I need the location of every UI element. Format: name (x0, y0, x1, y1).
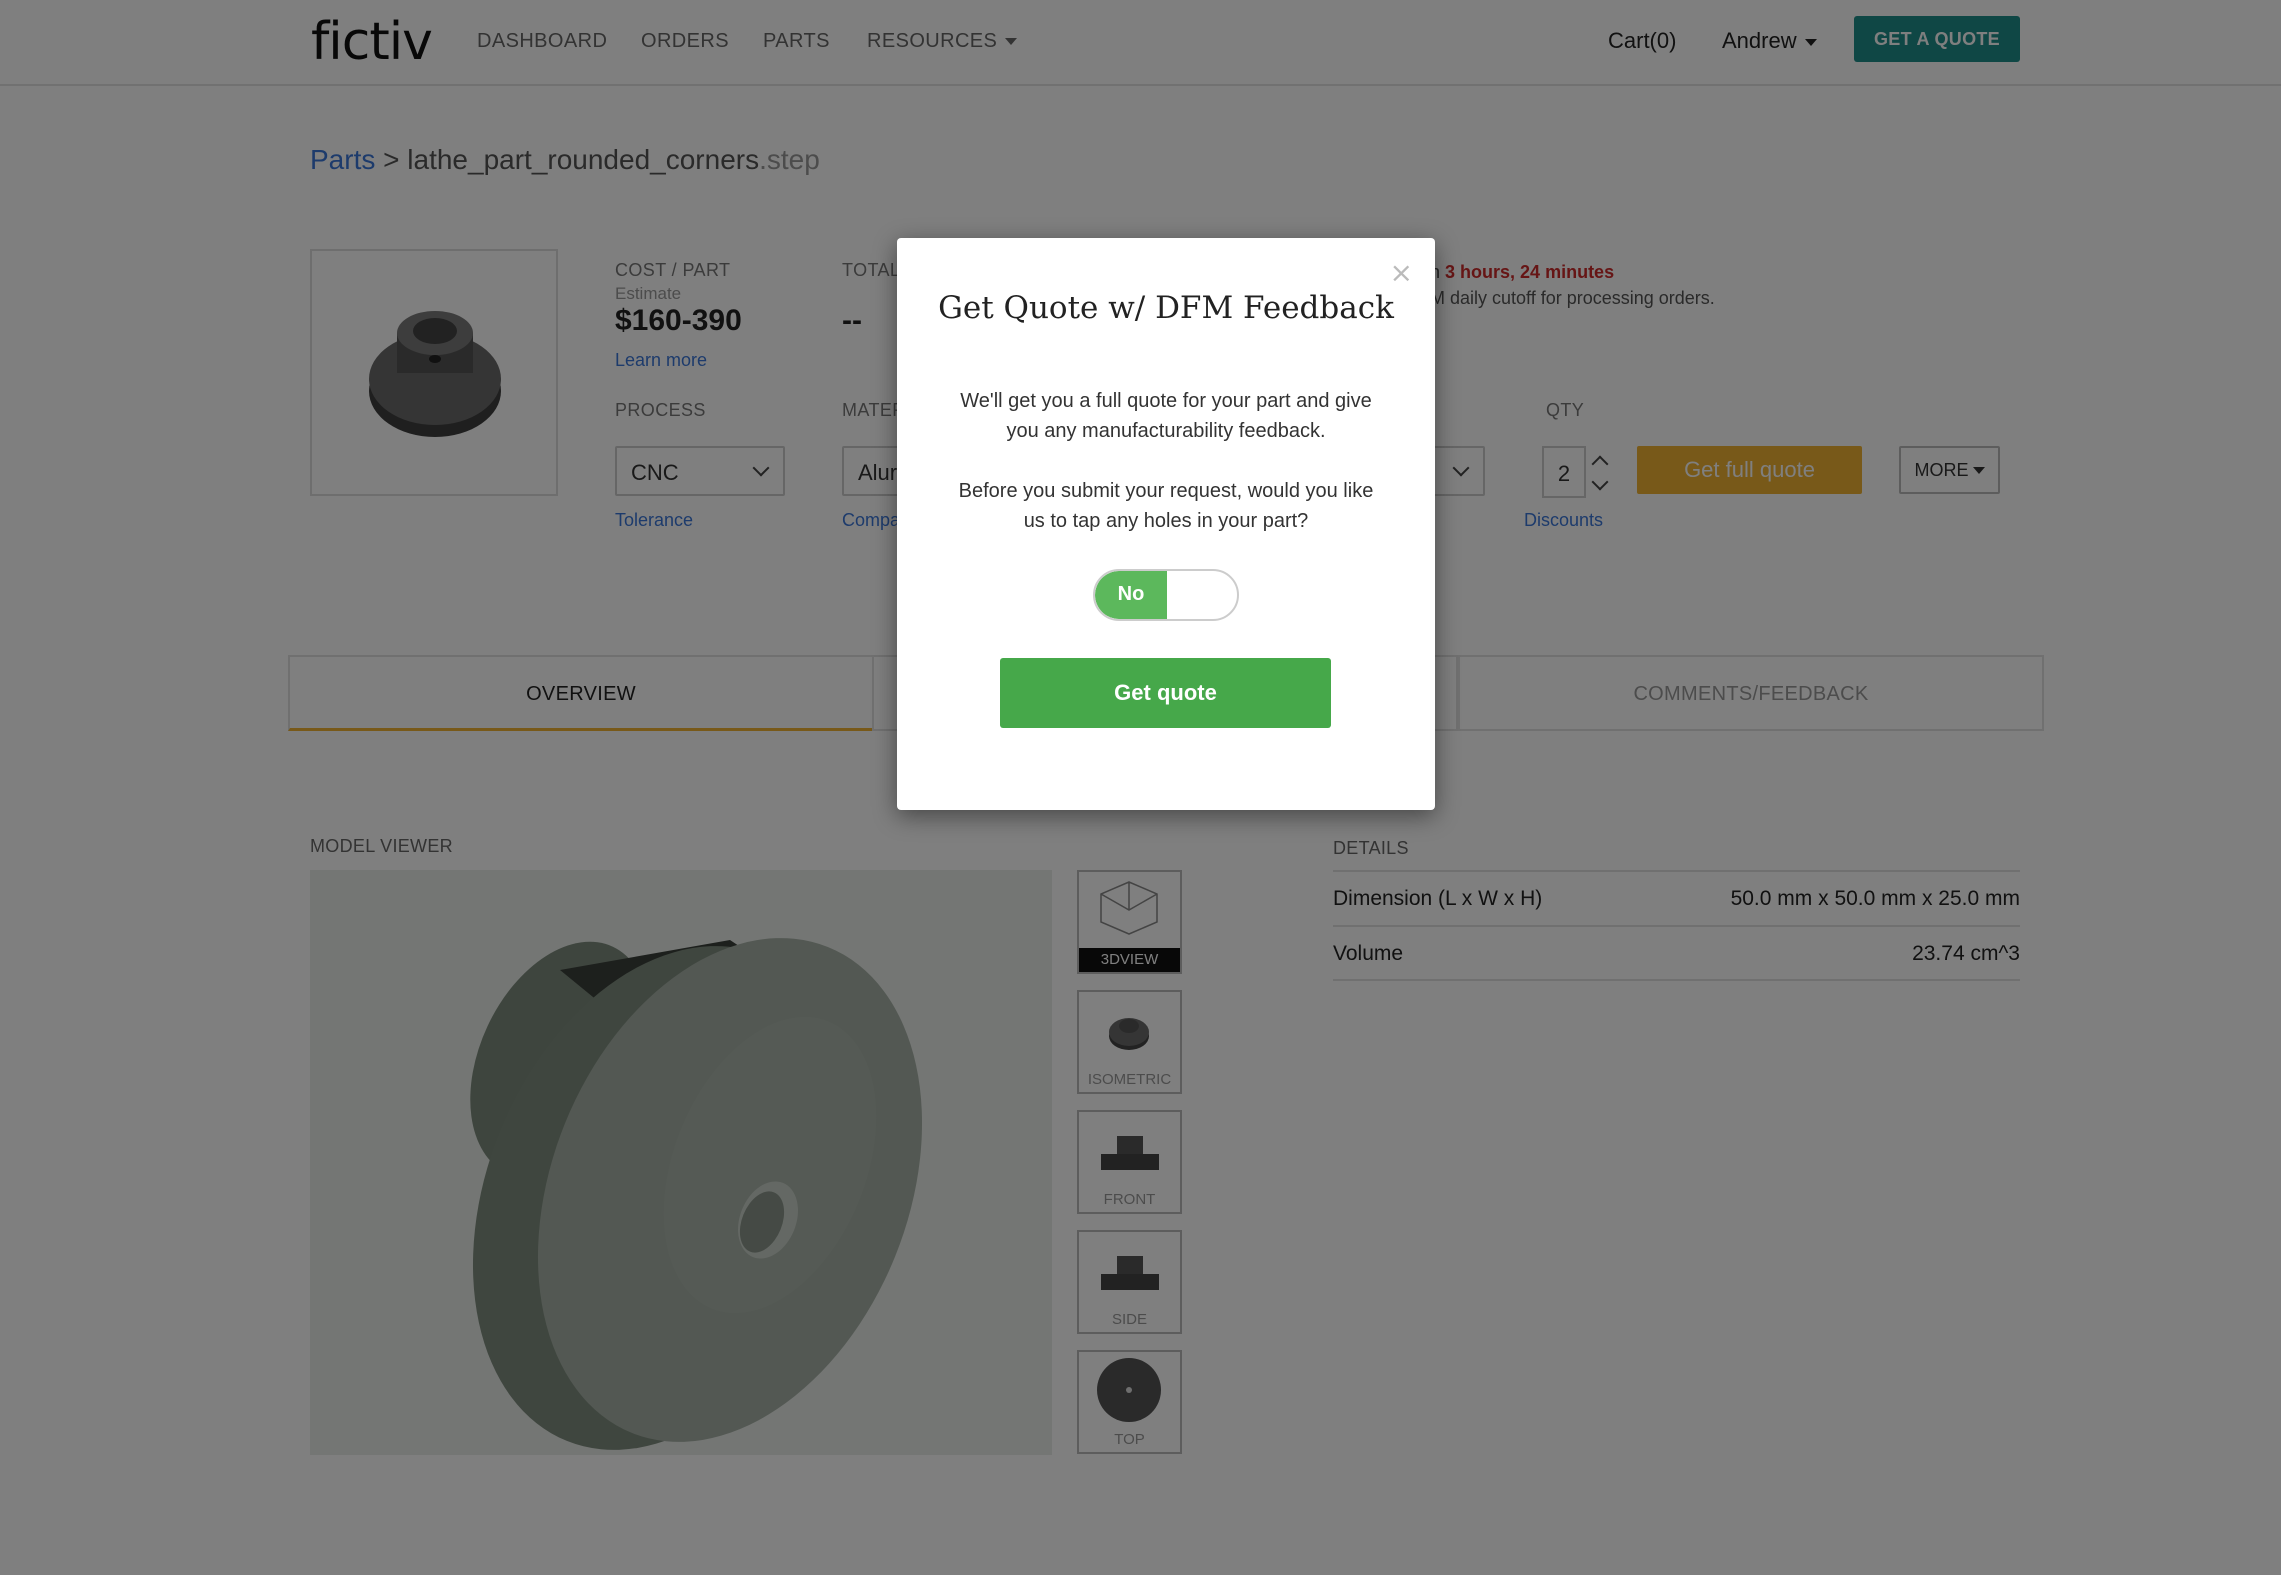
modal-question: Before you submit your request, would yo… (958, 480, 1374, 532)
toggle-no-label: No (1095, 571, 1167, 619)
modal-title: Get Quote w/ DFM Feedback (938, 290, 1394, 326)
dfm-feedback-modal: × Get Quote w/ DFM Feedback We'll get yo… (897, 238, 1435, 810)
tap-holes-toggle[interactable]: No (1093, 569, 1239, 621)
close-icon[interactable]: × (1390, 256, 1413, 289)
get-quote-button[interactable]: Get quote (1000, 658, 1331, 728)
modal-description: We'll get you a full quote for your part… (960, 390, 1372, 442)
